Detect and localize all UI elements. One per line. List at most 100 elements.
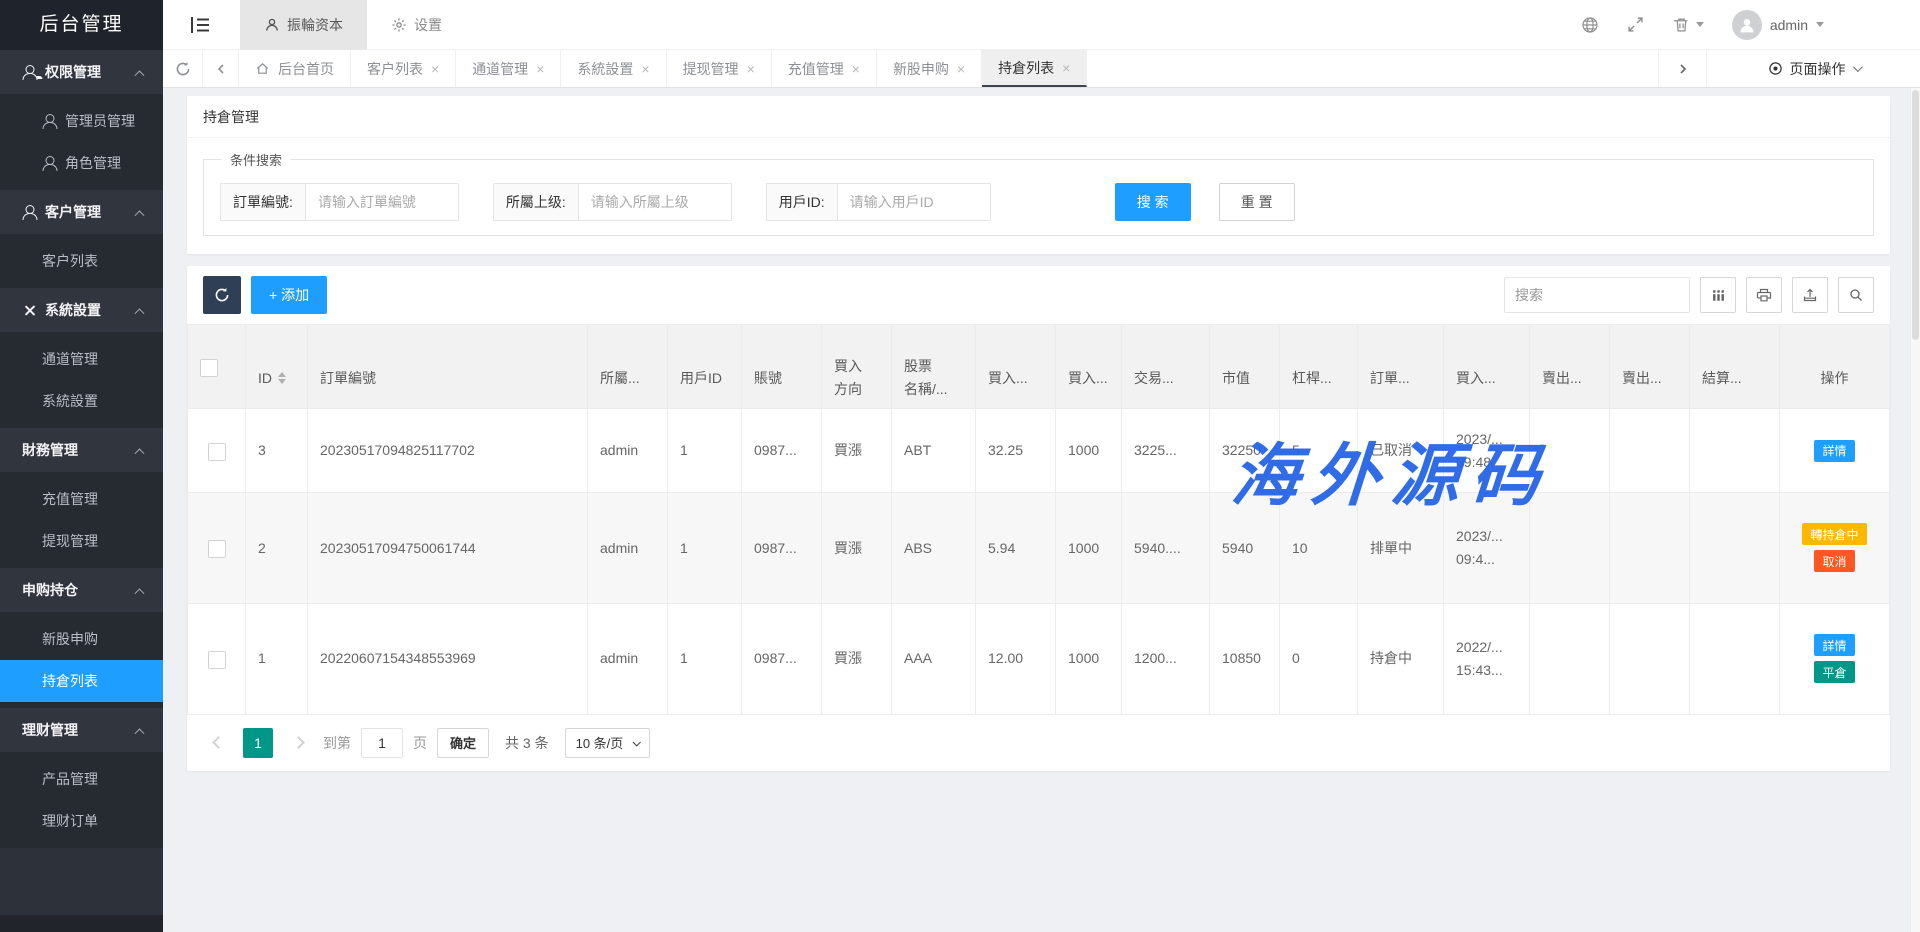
column-label: 賣出... — [1622, 367, 1662, 389]
user-menu[interactable]: admin — [1732, 10, 1824, 40]
sidebar-item[interactable]: 管理员管理 — [0, 100, 163, 142]
sidebar-section-header[interactable]: 理财管理 — [0, 708, 163, 752]
sidebar-item[interactable]: 产品管理 — [0, 758, 163, 800]
nav-tab[interactable]: 新股申购 × — [877, 50, 982, 87]
sidebar-item[interactable]: 持倉列表 — [0, 660, 163, 702]
tab-close-icon[interactable]: × — [1062, 61, 1070, 75]
select-all-checkbox[interactable] — [200, 359, 218, 377]
row-action-button[interactable]: 轉持倉中 — [1802, 523, 1866, 545]
sidebar-item[interactable]: 系統設置 — [0, 380, 163, 422]
sort-icon[interactable] — [278, 372, 286, 384]
row-action-button[interactable]: 取消 — [1814, 550, 1854, 572]
nav-tab[interactable]: 充值管理 × — [772, 50, 877, 87]
page-title: 持倉管理 — [187, 96, 1890, 138]
column-header: 市值 — [1210, 325, 1280, 409]
sidebar-section-header[interactable]: 权限管理 — [0, 50, 163, 94]
table-cell: 持倉中 — [1358, 603, 1444, 714]
reset-button[interactable]: 重 置 — [1219, 183, 1295, 221]
sidebar-section-header[interactable]: 客户管理 — [0, 190, 163, 234]
table-cell: 1000 — [1056, 492, 1122, 603]
table-cell: 20230517094750061744 — [308, 492, 588, 603]
scroll-left-button[interactable] — [203, 50, 239, 87]
confirm-button[interactable]: 确定 — [437, 728, 489, 758]
item-label: 系統設置 — [42, 391, 98, 411]
search-button[interactable]: 搜 索 — [1115, 183, 1191, 221]
tab-close-icon[interactable]: × — [852, 62, 860, 76]
sidebar-item[interactable]: 角色管理 — [0, 142, 163, 184]
sidebar-item[interactable]: 提现管理 — [0, 520, 163, 562]
table-search-input[interactable] — [1504, 277, 1690, 313]
refresh-table-button[interactable] — [203, 276, 241, 314]
row-action-button[interactable]: 詳情 — [1814, 440, 1854, 462]
section-label: 申购持仓 — [22, 580, 78, 600]
search-legend: 条件搜索 — [222, 150, 290, 169]
tab-close-icon[interactable]: × — [957, 62, 965, 76]
row-action-button[interactable]: 詳情 — [1814, 634, 1854, 656]
nav-tab[interactable]: 系統設置 × — [561, 50, 666, 87]
field-input[interactable] — [306, 184, 458, 220]
table-cell: 2023/... 09:4... — [1444, 492, 1530, 603]
positions-table: ID 訂單編號 所屬... — [187, 324, 1890, 715]
prev-page-button[interactable] — [203, 728, 233, 758]
table-cell: 20220607154348553969 — [308, 603, 588, 714]
page-ops-dropdown[interactable]: 页面操作 — [1706, 50, 1920, 87]
topbar: 振輪资本 设置 — [163, 0, 1920, 50]
scrollbar[interactable] — [1910, 88, 1920, 932]
goto-page-input[interactable] — [361, 728, 403, 758]
column-header: 結算... — [1690, 325, 1780, 409]
column-header: 賣出... — [1610, 325, 1690, 409]
tabsbar-right: 页面操作 — [1658, 50, 1920, 87]
hamburger-icon[interactable] — [190, 16, 210, 34]
field-input[interactable] — [838, 184, 990, 220]
per-page-select[interactable]: 10 条/页 — [565, 728, 651, 758]
tab-close-icon[interactable]: × — [747, 62, 755, 76]
app-tab[interactable]: 振輪资本 — [240, 0, 367, 50]
sidebar-item[interactable]: 新股申购 — [0, 618, 163, 660]
table-cell: 1000 — [1056, 409, 1122, 493]
search-field: 所屬上级: — [493, 183, 732, 221]
section-icon — [22, 205, 38, 220]
sidebar-item[interactable]: 通道管理 — [0, 338, 163, 380]
globe-icon[interactable] — [1581, 16, 1599, 34]
sidebar-section-header[interactable]: 申购持仓 — [0, 568, 163, 612]
print-icon[interactable] — [1746, 277, 1782, 313]
nav-tab[interactable]: 持倉列表 × — [982, 50, 1087, 87]
tab-close-icon[interactable]: × — [536, 62, 544, 76]
scroll-right-button[interactable] — [1658, 50, 1706, 87]
nav-tab[interactable]: 提现管理 × — [667, 50, 772, 87]
row-action-button[interactable]: 平倉 — [1814, 661, 1854, 683]
search-icon[interactable] — [1838, 277, 1874, 313]
row-checkbox[interactable] — [208, 651, 226, 669]
field-input[interactable] — [579, 184, 731, 220]
nav-tab[interactable]: 客户列表 × — [351, 50, 456, 87]
sidebar-section-header[interactable]: 財務管理 — [0, 428, 163, 472]
item-icon — [42, 156, 58, 171]
table-cell: 3 — [246, 409, 308, 493]
app-tab[interactable]: 设置 — [367, 0, 466, 50]
sidebar-subitems: 管理员管理 角色管理 — [0, 94, 163, 190]
column-label: 市值 — [1222, 367, 1250, 389]
tabsbar: 后台首页 × 客户列表 × 通道 — [163, 50, 1920, 88]
current-page-button[interactable]: 1 — [243, 728, 273, 758]
scrollbar-thumb[interactable] — [1912, 90, 1919, 340]
sidebar-item[interactable]: 充值管理 — [0, 478, 163, 520]
next-page-button[interactable] — [283, 728, 313, 758]
column-label: ID — [258, 367, 272, 389]
export-icon[interactable] — [1792, 277, 1828, 313]
row-checkbox[interactable] — [208, 443, 226, 461]
tab-close-icon[interactable]: × — [641, 62, 649, 76]
columns-icon[interactable] — [1700, 277, 1736, 313]
column-header: 股票 名稱/... — [892, 325, 976, 409]
section-label: 理财管理 — [22, 720, 78, 740]
add-button[interactable]: + 添加 — [251, 276, 327, 314]
nav-tab[interactable]: 后台首页 × — [239, 50, 351, 87]
tab-close-icon[interactable]: × — [431, 62, 439, 76]
sidebar-section-header[interactable]: 系統設置 — [0, 288, 163, 332]
sidebar-item[interactable]: 客户列表 — [0, 240, 163, 282]
clear-cache-dropdown[interactable] — [1673, 16, 1704, 34]
refresh-icon[interactable] — [163, 50, 203, 87]
nav-tab[interactable]: 通道管理 × — [456, 50, 561, 87]
fullscreen-icon[interactable] — [1627, 16, 1645, 34]
row-checkbox[interactable] — [208, 540, 226, 558]
sidebar-item[interactable]: 理财订单 — [0, 800, 163, 842]
